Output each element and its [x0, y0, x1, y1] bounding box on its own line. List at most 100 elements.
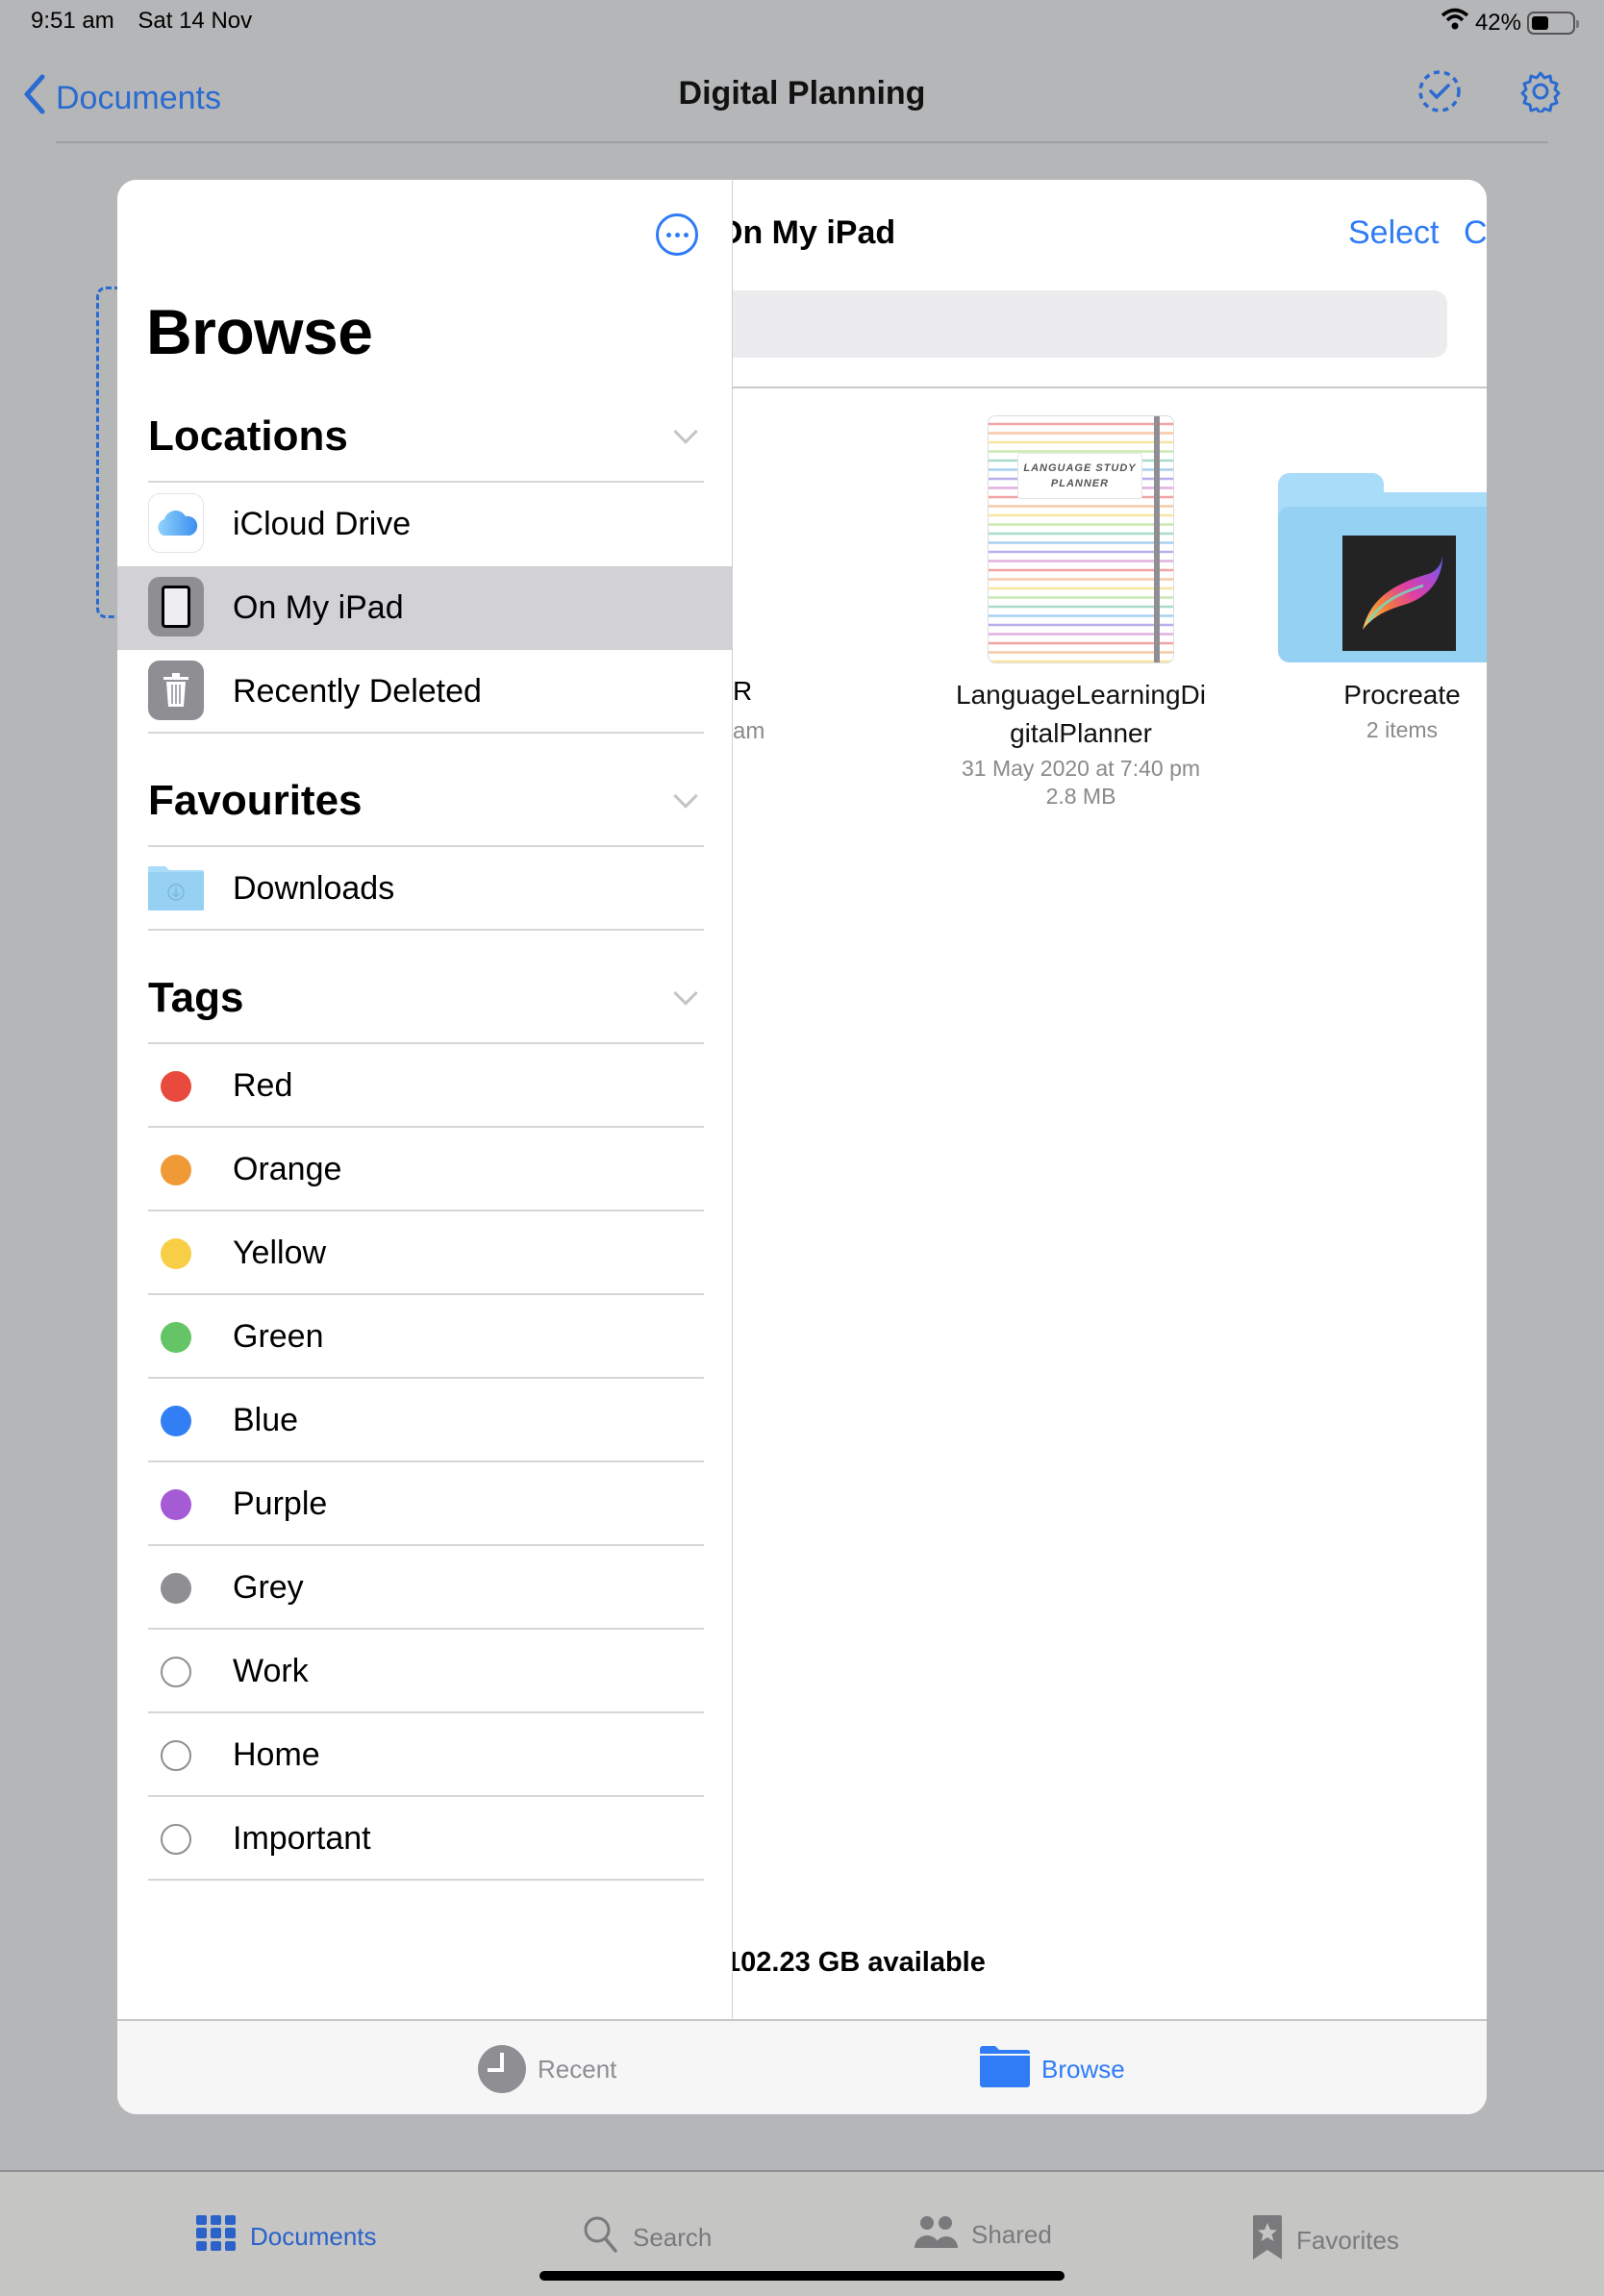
locations-heading: Locations	[148, 412, 348, 460]
sidebar-item-label: Home	[233, 1736, 320, 1773]
tag-color-dot-icon	[161, 1155, 191, 1185]
chevron-down-icon	[673, 419, 698, 444]
sidebar-item-downloads[interactable]: Downloads	[117, 847, 732, 931]
folder-item-count: 2 items	[1366, 717, 1439, 742]
sidebar-item-tag-work[interactable]: Work	[117, 1630, 732, 1713]
tag-color-dot-icon	[161, 1573, 191, 1604]
sidebar-item-label: Red	[233, 1067, 293, 1104]
tag-color-dot-icon	[161, 1071, 191, 1102]
thumbnail-label: LANGUAGE STUDY PLANNER	[1017, 453, 1142, 499]
home-indicator[interactable]	[539, 2271, 1065, 2281]
file-browser-content: On My iPad Select Cancel R am LANGUAGE S…	[733, 180, 1487, 2019]
status-bar-left: 9:51 am Sat 14 Nov	[31, 8, 269, 35]
page-title: Digital Planning	[678, 75, 926, 112]
tab-documents[interactable]: Documents	[196, 2215, 377, 2259]
divider	[148, 1879, 704, 1881]
browse-sidebar: Browse Locations iCloud Drive On My iPad…	[117, 180, 733, 2019]
divider	[733, 387, 1487, 388]
nav-divider	[56, 141, 1548, 143]
sidebar-item-icloud-drive[interactable]: iCloud Drive	[117, 483, 732, 566]
icloud-icon	[148, 493, 204, 553]
document-browser-modal: Browse Locations iCloud Drive On My iPad…	[117, 180, 1487, 2114]
people-icon	[914, 2215, 958, 2255]
sidebar-item-label: Yellow	[233, 1235, 327, 1271]
tag-color-dot-icon	[161, 1740, 191, 1771]
select-circle-icon	[1416, 68, 1463, 119]
sidebar-item-label: Blue	[233, 1402, 299, 1438]
tab-favorites[interactable]: Favorites	[1252, 2215, 1399, 2266]
sidebar-item-label: iCloud Drive	[233, 506, 412, 542]
tab-recent[interactable]: Recent	[478, 2045, 616, 2093]
gear-icon	[1519, 70, 1562, 117]
select-button[interactable]: Select	[1348, 214, 1440, 252]
sidebar-item-label: Recently Deleted	[233, 673, 482, 710]
storage-available: 102.23 GB available	[733, 1947, 986, 1978]
sidebar-item-label: Downloads	[233, 870, 395, 907]
cancel-button[interactable]: Cancel	[1464, 214, 1487, 252]
sidebar-item-tag-red[interactable]: Red	[117, 1044, 732, 1128]
file-size: 2.8 MB	[1045, 784, 1116, 809]
status-time: 9:51 am	[31, 8, 114, 34]
search-input[interactable]	[733, 290, 1447, 358]
folder-icon	[980, 2045, 1030, 2094]
tags-heading: Tags	[148, 974, 244, 1021]
tag-color-dot-icon	[161, 1406, 191, 1436]
trash-icon	[148, 661, 204, 720]
folder-name[interactable]: Procreate	[1258, 676, 1487, 714]
sidebar-item-tag-green[interactable]: Green	[117, 1295, 732, 1379]
partial-file-meta: am	[733, 718, 765, 744]
ipad-icon	[148, 577, 204, 636]
elastic-band	[1154, 416, 1160, 662]
divider	[148, 732, 704, 734]
tags-header[interactable]: Tags	[148, 974, 704, 1022]
file-thumbnail-planner[interactable]: LANGUAGE STUDY PLANNER	[988, 415, 1174, 663]
chevron-down-icon	[673, 981, 698, 1006]
sidebar-item-tag-blue[interactable]: Blue	[117, 1379, 732, 1462]
tab-search[interactable]: Search	[583, 2215, 712, 2260]
tab-shared[interactable]: Shared	[914, 2215, 1052, 2255]
sidebar-item-tag-purple[interactable]: Purple	[117, 1462, 732, 1546]
partial-file-name[interactable]: R	[733, 676, 752, 707]
tab-label: Favorites	[1296, 2226, 1399, 2255]
clock-icon	[478, 2045, 526, 2093]
tag-color-dot-icon	[161, 1824, 191, 1855]
sidebar-item-tag-important[interactable]: Important	[117, 1797, 732, 1881]
downloads-folder-icon	[148, 858, 204, 917]
battery-icon	[1527, 11, 1579, 35]
tag-color-dot-icon	[161, 1322, 191, 1353]
location-title: On My iPad	[733, 214, 896, 251]
sidebar-item-label: Purple	[233, 1485, 328, 1522]
folder-procreate[interactable]	[1278, 473, 1487, 662]
grid-icon	[196, 2215, 237, 2259]
sidebar-item-tag-yellow[interactable]: Yellow	[117, 1211, 732, 1295]
procreate-app-icon	[1342, 536, 1456, 651]
file-meta: 31 May 2020 at 7:40 pm 2.8 MB	[937, 755, 1225, 811]
bookmark-star-icon	[1252, 2215, 1283, 2266]
tab-label: Documents	[250, 2222, 377, 2251]
sidebar-item-recently-deleted[interactable]: Recently Deleted	[117, 650, 732, 734]
more-button[interactable]	[656, 213, 698, 256]
tab-browse[interactable]: Browse	[980, 2045, 1125, 2094]
select-button[interactable]	[1416, 69, 1464, 117]
tag-color-dot-icon	[161, 1238, 191, 1269]
tab-label: Shared	[971, 2220, 1052, 2249]
sidebar-item-tag-grey[interactable]: Grey	[117, 1546, 732, 1630]
sidebar-item-label: Grey	[233, 1569, 304, 1606]
tab-label: Search	[633, 2223, 713, 2252]
sidebar-item-label: Important	[233, 1820, 371, 1857]
sidebar-item-on-my-ipad[interactable]: On My iPad	[117, 566, 732, 650]
divider	[148, 929, 704, 931]
sidebar-item-label: On My iPad	[233, 589, 404, 626]
sidebar-item-label: Green	[233, 1318, 324, 1355]
favourites-header[interactable]: Favourites	[148, 777, 704, 825]
settings-button[interactable]	[1516, 69, 1565, 117]
sidebar-item-tag-home[interactable]: Home	[117, 1713, 732, 1797]
file-name[interactable]: LanguageLearningDi gitalPlanner	[937, 676, 1225, 753]
sidebar-item-tag-orange[interactable]: Orange	[117, 1128, 732, 1211]
favourites-heading: Favourites	[148, 777, 363, 824]
chevron-down-icon	[673, 784, 698, 809]
ellipsis-circle-icon	[665, 232, 671, 237]
locations-header[interactable]: Locations	[148, 412, 704, 461]
file-date: 31 May 2020 at 7:40 pm	[961, 756, 1201, 781]
sidebar-item-label: Work	[233, 1653, 309, 1689]
